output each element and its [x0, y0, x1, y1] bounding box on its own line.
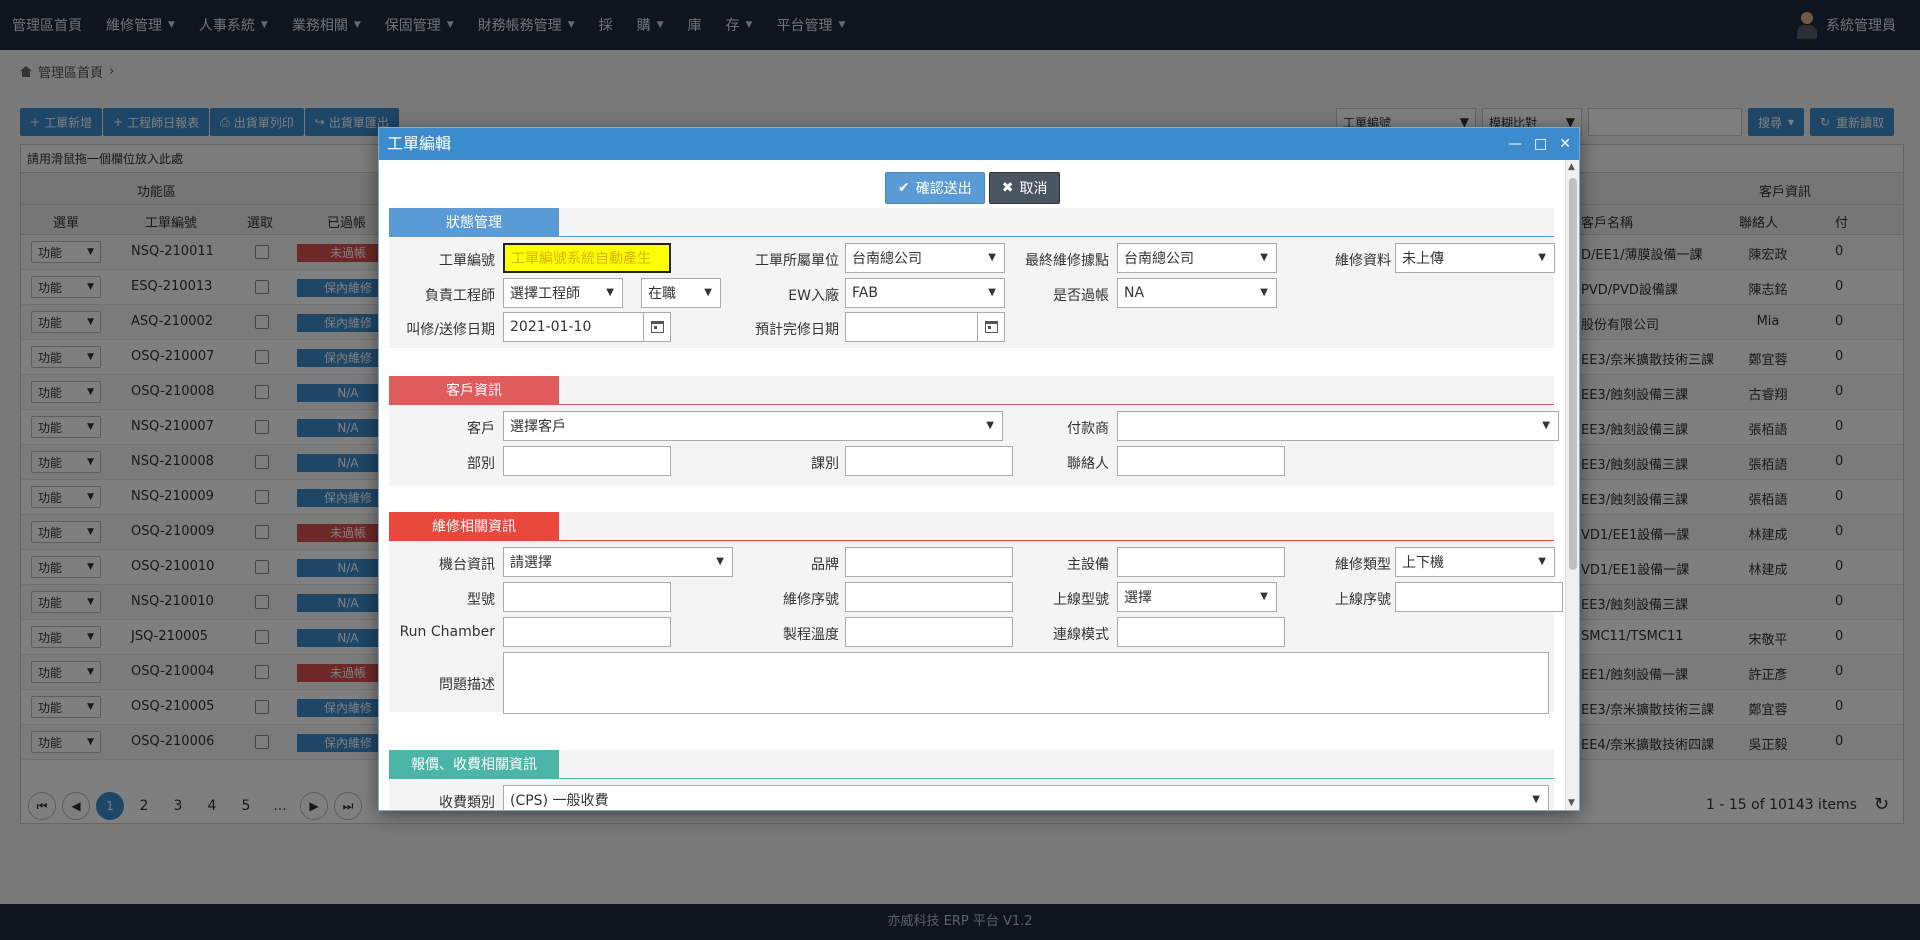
edit-order-dialog: 工單編輯 — □ ✕ ✔ 確認送出 ✖ 取消 狀態管理 工單編號 工單編號系統自動產…	[378, 127, 1580, 811]
dialog-scrollbar[interactable]: ▲ ▼	[1565, 160, 1579, 810]
link-mode-field[interactable]	[1117, 617, 1285, 647]
chamber-field[interactable]	[503, 617, 671, 647]
caret-down-icon: ▼	[1260, 591, 1268, 602]
close-icon: ✖	[1001, 180, 1014, 196]
payer-label: 付款商	[1067, 421, 1109, 437]
caret-down-icon: ▼	[1538, 556, 1546, 567]
main-equip-label: 主設備	[1067, 557, 1109, 573]
customer-select[interactable]: 選擇客戶 ▼	[503, 411, 1003, 441]
posted-label: 是否過帳	[1053, 288, 1109, 304]
online-model-label: 上線型號	[1053, 592, 1109, 608]
final-point-label: 最終維修據點	[1025, 253, 1109, 269]
main-equip-field[interactable]	[1117, 547, 1285, 577]
dialog-title: 工單編輯	[387, 134, 452, 153]
contact-field[interactable]	[1117, 446, 1285, 476]
fee-type-select[interactable]: (CPS) 一般收費 ▼	[503, 785, 1549, 810]
dialog-titlebar[interactable]: 工單編輯 — □ ✕	[379, 128, 1579, 160]
status-section-tab: 狀態管理	[389, 208, 559, 236]
chamber-label: Run Chamber	[399, 624, 495, 640]
calendar-button[interactable]	[977, 313, 1004, 341]
caret-down-icon: ▼	[1538, 252, 1546, 263]
payer-select[interactable]: ▼	[1117, 411, 1559, 441]
online-seq-field[interactable]	[1395, 582, 1563, 612]
caret-down-icon: ▼	[606, 287, 614, 298]
issue-textarea[interactable]	[503, 652, 1549, 714]
repair-data-select[interactable]: 未上傳 ▼	[1395, 243, 1555, 273]
online-seq-label: 上線序號	[1335, 592, 1391, 608]
process-temp-label: 製程溫度	[783, 627, 839, 643]
order-no-field[interactable]: 工單編號系統自動產生	[503, 243, 671, 273]
repair-type-select[interactable]: 上下機 ▼	[1395, 547, 1555, 577]
engineer-select[interactable]: 選擇工程師 ▼	[503, 278, 623, 308]
link-mode-label: 連線模式	[1053, 627, 1109, 643]
scroll-thumb[interactable]	[1569, 178, 1577, 570]
close-icon[interactable]: ✕	[1559, 128, 1571, 160]
est-date-label: 預計完修日期	[755, 322, 839, 338]
brand-field[interactable]	[845, 547, 1013, 577]
dept-label: 部別	[467, 456, 495, 472]
model-field[interactable]	[503, 582, 671, 612]
machine-label: 機台資訊	[439, 557, 495, 573]
quote-section-tab: 報價、收費相關資訊	[389, 750, 559, 778]
process-temp-field[interactable]	[845, 617, 1013, 647]
model-label: 型號	[467, 592, 495, 608]
section-label: 課別	[811, 456, 839, 472]
repair-data-label: 維修資料	[1335, 253, 1391, 269]
scroll-down-icon[interactable]: ▼	[1568, 798, 1575, 808]
dept-field[interactable]	[503, 446, 671, 476]
est-date-field[interactable]	[845, 312, 1005, 342]
caret-down-icon: ▼	[704, 287, 712, 298]
dialog-actions: ✔ 確認送出 ✖ 取消	[885, 172, 1061, 204]
repair-seq-field[interactable]	[845, 582, 1013, 612]
scroll-up-icon[interactable]: ▲	[1568, 162, 1575, 172]
calendar-icon	[650, 321, 664, 333]
engineer-state-select[interactable]: 在職 ▼	[641, 278, 721, 308]
dialog-body: ✔ 確認送出 ✖ 取消 狀態管理 工單編號 工單編號系統自動產生 工單所屬單位 台南…	[379, 160, 1565, 810]
final-point-select[interactable]: 台南總公司 ▼	[1117, 243, 1277, 273]
brand-label: 品牌	[811, 557, 839, 573]
maximize-icon[interactable]: □	[1534, 128, 1547, 160]
posted-select[interactable]: NA ▼	[1117, 278, 1277, 308]
caret-down-icon: ▼	[1542, 420, 1550, 431]
confirm-button[interactable]: ✔ 確認送出	[885, 172, 985, 204]
caret-down-icon: ▼	[1260, 252, 1268, 263]
caret-down-icon: ▼	[1532, 794, 1540, 805]
caret-down-icon: ▼	[988, 287, 996, 298]
repair-seq-label: 維修序號	[783, 592, 839, 608]
repair-section-tab: 維修相關資訊	[389, 512, 559, 540]
unit-select[interactable]: 台南總公司 ▼	[845, 243, 1005, 273]
minimize-icon[interactable]: —	[1508, 128, 1522, 160]
caret-down-icon: ▼	[1260, 287, 1268, 298]
quote-section: 報價、收費相關資訊 收費類別 (CPS) 一般收費 ▼	[389, 750, 1554, 810]
customer-section: 客戶資訊 客戶 選擇客戶 ▼ 付款商 ▼ 部別 課別 聯絡人	[389, 376, 1559, 486]
section-field[interactable]	[845, 446, 1013, 476]
ew-label: EW入廠	[788, 288, 839, 304]
issue-label: 問題描述	[439, 677, 495, 693]
unit-label: 工單所屬單位	[755, 253, 839, 269]
calendar-button[interactable]	[643, 313, 670, 341]
repair-type-label: 維修類型	[1335, 557, 1391, 573]
check-icon: ✔	[898, 180, 910, 196]
order-no-label: 工單編號	[439, 253, 495, 269]
caret-down-icon: ▼	[986, 420, 994, 431]
call-date-label: 叫修/送修日期	[406, 322, 495, 338]
customer-label: 客戶	[467, 421, 495, 437]
cancel-button[interactable]: ✖ 取消	[988, 172, 1061, 204]
calendar-icon	[984, 321, 998, 333]
repair-section: 維修相關資訊 機台資訊 請選擇 ▼ 品牌 主設備 維修類型 上下機 ▼ 型號 維修序…	[389, 512, 1563, 714]
engineer-label: 負責工程師	[425, 288, 495, 304]
contact-label: 聯絡人	[1067, 456, 1109, 472]
ew-select[interactable]: FAB ▼	[845, 278, 1005, 308]
status-section: 狀態管理 工單編號 工單編號系統自動產生 工單所屬單位 台南總公司 ▼ 最終維修據…	[389, 208, 1555, 348]
fee-type-label: 收費類別	[439, 795, 495, 810]
online-model-select[interactable]: 選擇 ▼	[1117, 582, 1277, 612]
caret-down-icon: ▼	[988, 252, 996, 263]
call-date-field[interactable]: 2021-01-10	[503, 312, 671, 342]
customer-section-tab: 客戶資訊	[389, 376, 559, 404]
